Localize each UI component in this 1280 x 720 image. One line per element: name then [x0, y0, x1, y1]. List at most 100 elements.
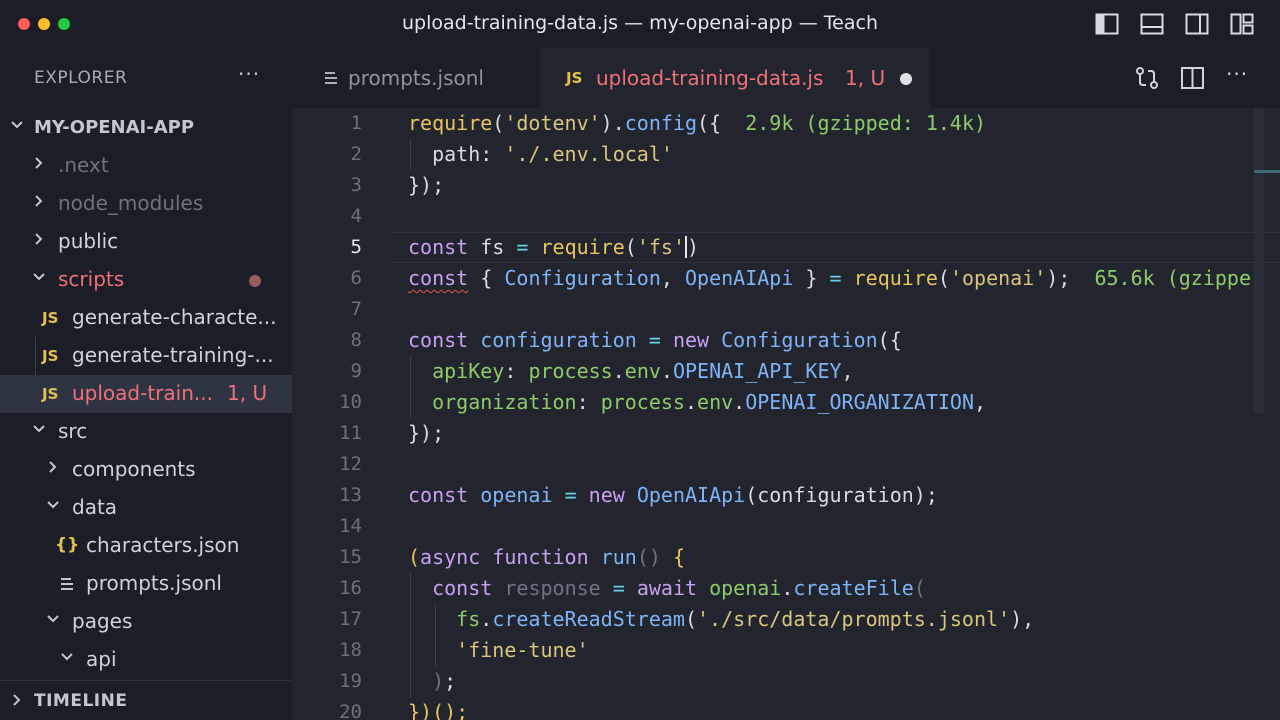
- line-number: 1: [350, 112, 362, 134]
- code-line: path: './.env.local': [432, 142, 673, 166]
- tree-item-label: upload-train...: [72, 381, 213, 405]
- code-line: 'fine-tune': [456, 638, 589, 662]
- line-number: 5: [350, 236, 362, 258]
- customize-layout-icon[interactable]: [1230, 13, 1254, 35]
- timeline-section[interactable]: TIMELINE: [0, 680, 292, 720]
- toggle-panel-icon[interactable]: [1140, 13, 1164, 35]
- code-line: organization: process.env.OPENAI_ORGANIZ…: [432, 390, 987, 414]
- code-line: const { Configuration, OpenAIApi } = req…: [408, 266, 1252, 290]
- tab-status: 1, U: [845, 66, 886, 90]
- code-line: const response = await openai.createFile…: [432, 576, 926, 600]
- toggle-secondary-sidebar-icon[interactable]: [1185, 13, 1209, 35]
- tab-bar: prompts.jsonl JS upload-training-data.js…: [292, 48, 1280, 108]
- tree-item-label: generate-characte...: [72, 305, 277, 329]
- tree-item-label: prompts.jsonl: [86, 571, 222, 595]
- zoom-window-button[interactable]: [58, 18, 70, 30]
- line-number: 10: [339, 391, 362, 413]
- line-number: 9: [350, 360, 362, 382]
- code-line: fs.createReadStream('./src/data/prompts.…: [456, 607, 1035, 631]
- tree-item-public[interactable]: public: [0, 223, 292, 261]
- chevron-right-icon: [49, 461, 57, 473]
- line-number: 6: [350, 267, 362, 289]
- line-number: 3: [350, 174, 362, 196]
- chevron-right-icon: [35, 157, 43, 169]
- tree-item-generate-training[interactable]: JS generate-training-...: [0, 337, 292, 375]
- chevron-down-icon: [47, 501, 59, 509]
- code-line: const configuration = new Configuration(…: [408, 328, 902, 352]
- tree-item-generate-characters[interactable]: JS generate-characte...: [0, 299, 292, 337]
- explorer-sidebar: EXPLORER ··· MY-OPENAI-APP .next node_mo…: [0, 48, 292, 720]
- line-number: 16: [339, 577, 362, 599]
- line-number: 12: [339, 453, 362, 475]
- line-number: 15: [339, 546, 362, 568]
- chevron-down-icon: [11, 121, 23, 129]
- tree-item-label: data: [72, 495, 118, 519]
- line-number: 2: [350, 143, 362, 165]
- tree-item-api[interactable]: api: [0, 641, 292, 679]
- tree-item-label: api: [86, 647, 117, 671]
- explorer-heading: EXPLORER: [34, 68, 128, 88]
- code-line: });: [408, 173, 445, 197]
- tree-item-upload-training[interactable]: JS upload-train... 1, U: [0, 375, 292, 413]
- line-number: 18: [339, 639, 362, 661]
- line-number: 7: [350, 298, 362, 320]
- split-editor-icon[interactable]: [1180, 66, 1206, 90]
- json-file-icon: {}: [55, 535, 80, 555]
- open-changes-icon[interactable]: [1134, 66, 1160, 90]
- chevron-right-icon: [13, 694, 21, 706]
- tree-item-pages[interactable]: pages: [0, 603, 292, 641]
- line-number: 20: [339, 701, 362, 720]
- toggle-primary-sidebar-icon[interactable]: [1095, 13, 1119, 35]
- line-number: 17: [339, 608, 362, 630]
- more-actions-icon[interactable]: ···: [1226, 62, 1252, 86]
- tree-item-label: generate-training-...: [72, 343, 274, 367]
- scroll-position-marker: [1254, 170, 1280, 173]
- more-actions-icon[interactable]: ···: [238, 62, 260, 86]
- timeline-label: TIMELINE: [34, 691, 128, 711]
- tree-item-src[interactable]: src: [0, 413, 292, 451]
- modified-dot-icon: [249, 275, 261, 287]
- tree-item-scripts[interactable]: scripts: [0, 261, 292, 299]
- tab-upload-training-data[interactable]: JS upload-training-data.js 1, U: [540, 48, 930, 108]
- chevron-down-icon: [33, 273, 45, 281]
- code-line: apiKey: process.env.OPENAI_API_KEY,: [432, 359, 854, 383]
- tree-item-label: src: [58, 419, 88, 443]
- js-file-icon: JS: [42, 309, 59, 327]
- tab-label: prompts.jsonl: [348, 66, 484, 90]
- chevron-right-icon: [35, 233, 43, 245]
- js-file-icon: JS: [42, 385, 59, 403]
- tree-item-label: components: [72, 457, 196, 481]
- tree-item-prompts-jsonl[interactable]: prompts.jsonl: [0, 565, 292, 603]
- folder-root[interactable]: MY-OPENAI-APP: [0, 109, 292, 147]
- line-number: 8: [350, 329, 362, 351]
- tree-item-characters-json[interactable]: {} characters.json: [0, 527, 292, 565]
- tree-item-label: .next: [58, 153, 109, 177]
- code-line: );: [432, 669, 457, 693]
- lines-file-icon: [61, 578, 73, 590]
- tree-item-label: public: [58, 229, 119, 253]
- scrollbar-track[interactable]: [1254, 108, 1264, 413]
- code-line: (async function run() {: [408, 545, 685, 569]
- window-title: upload-training-data.js — my-openai-app …: [402, 12, 878, 34]
- tab-prompts-jsonl[interactable]: prompts.jsonl: [292, 48, 540, 108]
- tree-item-node-modules[interactable]: node_modules: [0, 185, 292, 223]
- line-number: 11: [339, 422, 362, 444]
- code-line: const fs = require('fs'): [408, 235, 700, 259]
- close-window-button[interactable]: [18, 18, 30, 30]
- code-editor[interactable]: 1 2 3 4 5 6 7 8 9 10 11 12 13 14 15 16 1…: [292, 108, 1280, 720]
- tree-item-components[interactable]: components: [0, 451, 292, 489]
- title-bar: upload-training-data.js — my-openai-app …: [0, 0, 1280, 48]
- code-line: });: [408, 421, 445, 445]
- import-cost-hint: 2.9k (gzipped: 1.4k): [745, 111, 987, 135]
- code-line: require('dotenv').config({ 2.9k (gzipped…: [408, 111, 987, 135]
- import-cost-hint: 65.6k (gzippe: [1094, 266, 1252, 290]
- chevron-right-icon: [35, 195, 43, 207]
- minimize-window-button[interactable]: [38, 18, 50, 30]
- root-folder-label: MY-OPENAI-APP: [34, 117, 195, 138]
- tree-item-status: 1, U: [227, 381, 268, 405]
- line-number: 19: [339, 670, 362, 692]
- tree-item-data[interactable]: data: [0, 489, 292, 527]
- unsaved-dot-icon[interactable]: [900, 73, 912, 85]
- tree-item-next[interactable]: .next: [0, 147, 292, 185]
- chevron-down-icon: [47, 615, 59, 623]
